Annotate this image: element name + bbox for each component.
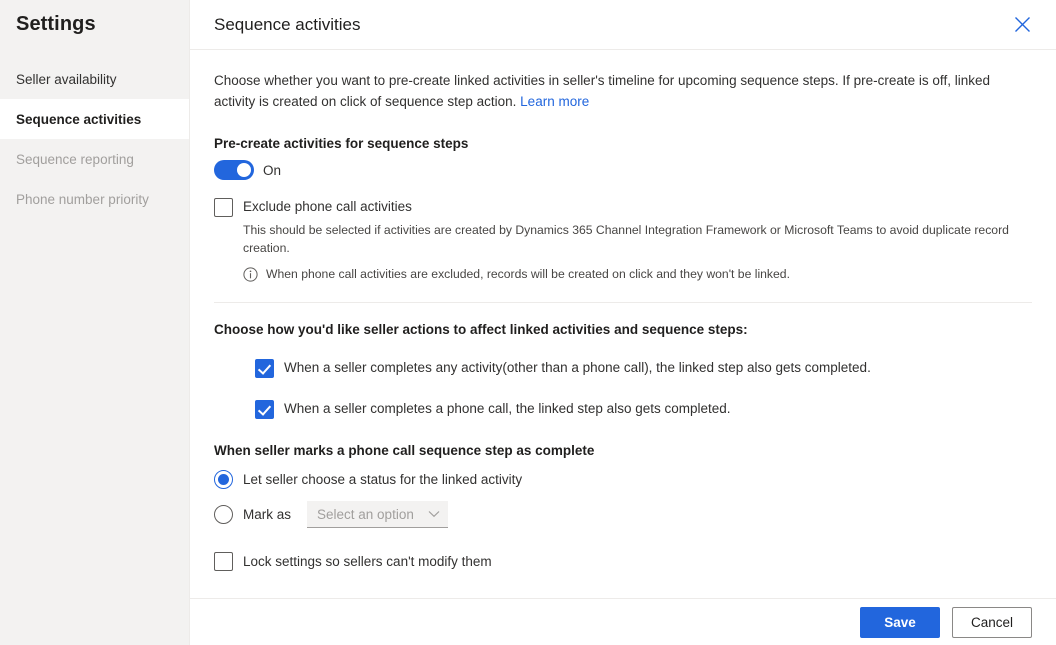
precreate-label: Pre-create activities for sequence steps xyxy=(214,136,469,151)
exclude-phone-call-info-text: When phone call activities are excluded,… xyxy=(266,267,790,281)
panel-footer: Save Cancel xyxy=(190,598,1056,645)
let-seller-choose-radio[interactable] xyxy=(214,470,233,489)
sidebar-title: Settings xyxy=(16,13,96,35)
exclude-phone-call-label: Exclude phone call activities xyxy=(243,199,412,214)
phone-complete-option-let-seller: Let seller choose a status for the linke… xyxy=(214,470,1032,489)
let-seller-choose-label: Let seller choose a status for the linke… xyxy=(243,472,523,487)
learn-more-link[interactable]: Learn more xyxy=(520,94,589,109)
page-title: Sequence activities xyxy=(214,14,361,34)
settings-sidebar: Settings Seller availability Sequence ac… xyxy=(0,0,190,645)
mark-as-radio[interactable] xyxy=(214,505,233,524)
lock-settings-row: Lock settings so sellers can't modify th… xyxy=(214,552,1032,571)
intro-sentence: Choose whether you want to pre-create li… xyxy=(214,73,990,109)
exclude-phone-call-group: Exclude phone call activities This shoul… xyxy=(214,197,1032,283)
save-button[interactable]: Save xyxy=(860,606,940,638)
precreate-toggle-state: On xyxy=(263,162,282,178)
sidebar-item-label: Seller availability xyxy=(16,71,117,87)
seller-action-any-activity-label: When a seller completes any activity(oth… xyxy=(284,360,871,375)
info-icon xyxy=(243,267,258,282)
panel-header: Sequence activities xyxy=(190,0,1056,50)
toggle-knob xyxy=(237,163,251,177)
exclude-phone-call-description: This should be selected if activities ar… xyxy=(243,223,1009,255)
sidebar-item-label: Sequence activities xyxy=(16,111,142,127)
seller-action-phone-call-checkbox[interactable] xyxy=(255,400,274,419)
chevron-down-icon xyxy=(428,510,440,518)
seller-action-any-activity-checkbox[interactable] xyxy=(255,359,274,378)
close-icon xyxy=(1014,16,1031,33)
precreate-toggle-row: On xyxy=(214,160,1032,180)
mark-as-label: Mark as xyxy=(243,507,292,522)
intro-text: Choose whether you want to pre-create li… xyxy=(214,70,1032,112)
mark-as-status-value: Select an option xyxy=(317,506,414,522)
sidebar-item-sequence-activities[interactable]: Sequence activities xyxy=(0,99,189,139)
seller-action-option-phone-call: When a seller completes a phone call, th… xyxy=(255,399,1032,419)
sidebar-item-phone-number-priority: Phone number priority xyxy=(0,179,189,219)
mark-as-status-select[interactable]: Select an option xyxy=(307,501,448,528)
settings-dialog: Settings Seller availability Sequence ac… xyxy=(0,0,1056,645)
exclude-phone-call-info: When phone call activities are excluded,… xyxy=(243,266,1032,283)
settings-panel: Sequence activities Choose whether you w… xyxy=(190,0,1056,645)
seller-action-option-any-activity: When a seller completes any activity(oth… xyxy=(255,358,1032,378)
sidebar-item-label: Phone number priority xyxy=(16,191,149,207)
close-button[interactable] xyxy=(1006,9,1038,41)
sidebar-item-seller-availability[interactable]: Seller availability xyxy=(0,59,189,99)
exclude-phone-call-checkbox[interactable] xyxy=(214,198,233,217)
phone-complete-title: When seller marks a phone call sequence … xyxy=(214,443,595,458)
precreate-toggle[interactable] xyxy=(214,160,254,180)
panel-body: Choose whether you want to pre-create li… xyxy=(190,50,1056,571)
section-divider-top xyxy=(214,302,1032,303)
sidebar-nav: Seller availability Sequence activities … xyxy=(0,59,189,219)
phone-complete-option-mark-as: Mark as Select an option xyxy=(214,501,1032,528)
sidebar-item-label: Sequence reporting xyxy=(16,151,134,167)
exclude-phone-call-row: Exclude phone call activities xyxy=(214,197,1032,217)
seller-actions-title: Choose how you'd like seller actions to … xyxy=(214,322,748,337)
cancel-button[interactable]: Cancel xyxy=(952,606,1032,638)
lock-settings-label: Lock settings so sellers can't modify th… xyxy=(243,554,492,569)
lock-settings-checkbox[interactable] xyxy=(214,552,233,571)
sidebar-item-sequence-reporting: Sequence reporting xyxy=(0,139,189,179)
seller-action-phone-call-label: When a seller completes a phone call, th… xyxy=(284,401,731,416)
